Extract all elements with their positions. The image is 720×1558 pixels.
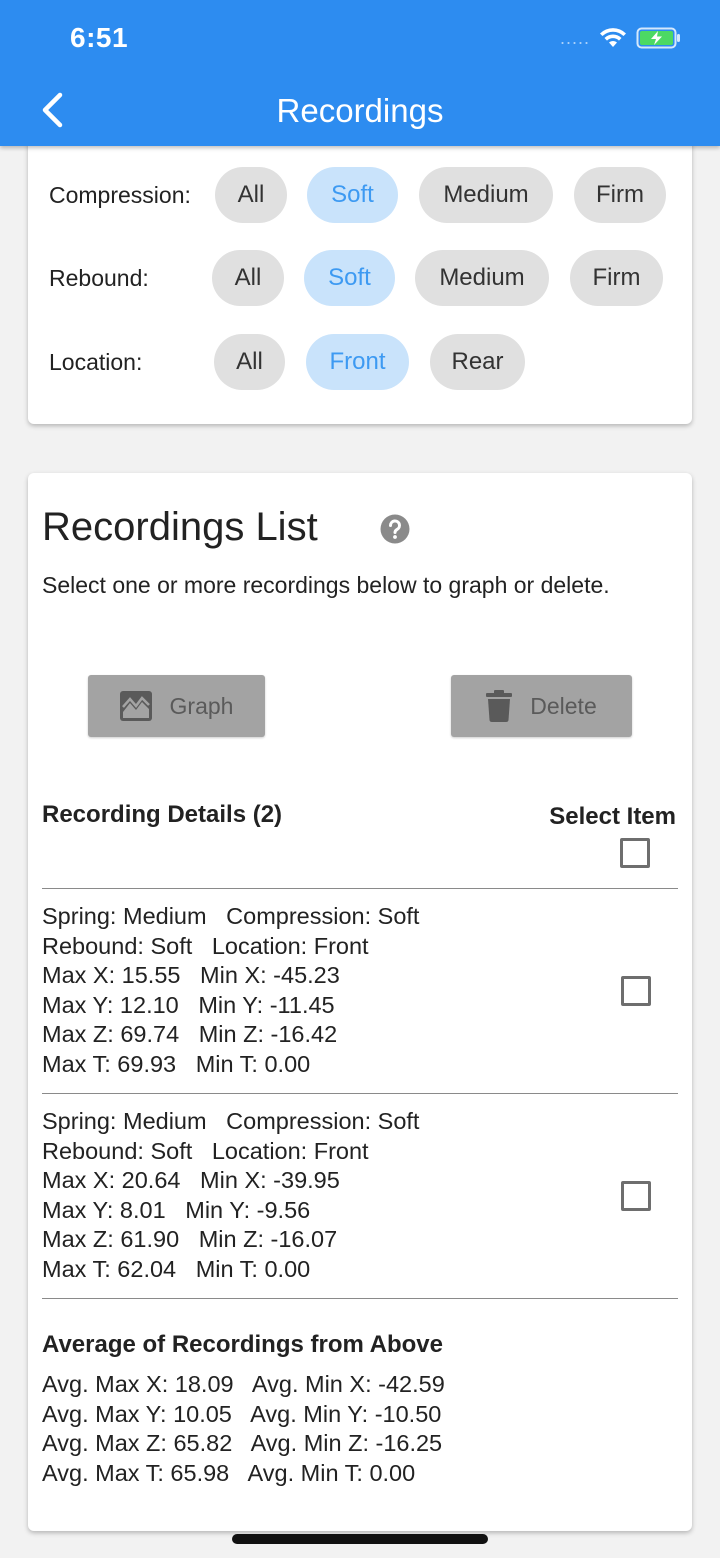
- location-chip-rear[interactable]: Rear: [430, 334, 525, 390]
- status-icons: .....: [560, 26, 682, 49]
- average-y-values: Avg. Max Y: 10.05 Avg. Min Y: -10.50: [42, 1400, 442, 1427]
- recordings-list-card: Recordings List Select one or more recor…: [28, 473, 692, 1531]
- recording-t-values: Max T: 62.04 Min T: 0.00: [42, 1255, 311, 1282]
- graph-button-label: Graph: [169, 692, 234, 719]
- recording-rebound-location: Rebound: Soft Location: Front: [42, 932, 369, 959]
- recording-t-values: Max T: 69.93 Min T: 0.00: [42, 1050, 311, 1077]
- wifi-icon: [598, 27, 628, 49]
- recording-z-values: Max Z: 69.74 Min Z: -16.42: [42, 1021, 338, 1048]
- compression-chip-all[interactable]: All: [215, 167, 287, 223]
- list-item: Spring: Medium Compression: Soft Rebound…: [42, 1107, 642, 1285]
- help-icon[interactable]: [380, 514, 410, 549]
- location-chip-all[interactable]: All: [214, 334, 285, 390]
- list-item: Spring: Medium Compression: Soft Rebound…: [42, 902, 642, 1080]
- location-chip-front[interactable]: Front: [306, 334, 409, 390]
- rebound-filter: Rebound:: [49, 250, 149, 306]
- recording-checkbox[interactable]: [621, 976, 651, 1006]
- select-item-header: Select Item: [549, 803, 676, 830]
- divider: [42, 1298, 678, 1299]
- average-x-values: Avg. Max X: 18.09 Avg. Min X: -42.59: [42, 1371, 445, 1397]
- location-filter: Location:: [49, 334, 142, 390]
- average-t-values: Avg. Max T: 65.98 Avg. Min T: 0.00: [42, 1459, 416, 1486]
- recording-rebound-location: Rebound: Soft Location: Front: [42, 1137, 369, 1164]
- compression-chip-medium[interactable]: Medium: [419, 167, 553, 223]
- battery-charging-icon: [636, 27, 682, 49]
- compression-filter: Compression:: [49, 167, 191, 223]
- recording-details-header: Recording Details (2): [42, 801, 283, 828]
- divider: [42, 888, 678, 889]
- location-label: Location:: [49, 348, 143, 375]
- average-values: Avg. Max X: 18.09 Avg. Min X: -42.59 Avg…: [42, 1370, 445, 1488]
- filter-card: Compression: All Soft Medium Firm Reboun…: [28, 120, 692, 424]
- select-all-checkbox[interactable]: [620, 838, 650, 868]
- chart-icon: [119, 691, 152, 721]
- average-title: Average of Recordings from Above: [42, 1331, 443, 1358]
- compression-chip-firm[interactable]: Firm: [574, 167, 666, 223]
- rebound-chip-firm[interactable]: Firm: [570, 250, 663, 306]
- signal-icon: .....: [559, 28, 590, 48]
- delete-button[interactable]: Delete: [451, 675, 632, 737]
- average-z-values: Avg. Max Z: 65.82 Avg. Min Z: -16.25: [42, 1430, 443, 1457]
- rebound-label: Rebound:: [49, 264, 149, 291]
- rebound-chip-soft[interactable]: Soft: [304, 250, 395, 306]
- compression-chip-soft[interactable]: Soft: [307, 167, 398, 223]
- status-time: 6:51: [70, 22, 129, 53]
- recording-y-values: Max Y: 12.10 Min Y: -11.45: [42, 991, 335, 1018]
- recording-y-values: Max Y: 8.01 Min Y: -9.56: [42, 1196, 311, 1223]
- recording-z-values: Max Z: 61.90 Min Z: -16.07: [42, 1226, 338, 1253]
- recording-x-values: Max X: 15.55 Min X: -45.23: [42, 962, 340, 989]
- home-indicator[interactable]: [232, 1534, 488, 1544]
- list-description: Select one or more recordings below to g…: [42, 572, 610, 598]
- list-title: Recordings List: [42, 505, 318, 549]
- page-title: Recordings: [276, 92, 444, 129]
- graph-button[interactable]: Graph: [88, 675, 265, 737]
- recording-x-values: Max X: 20.64 Min X: -39.95: [42, 1167, 340, 1194]
- trash-icon: [486, 690, 513, 722]
- app-bar: 6:51 ..... Recordings: [0, 0, 720, 146]
- compression-label: Compression:: [49, 181, 191, 208]
- delete-button-label: Delete: [530, 692, 597, 719]
- rebound-chip-medium[interactable]: Medium: [415, 250, 549, 306]
- divider: [42, 1093, 678, 1094]
- recording-spring-compression: Spring: Medium Compression: Soft: [42, 1108, 420, 1134]
- rebound-chip-all[interactable]: All: [212, 250, 284, 306]
- recording-checkbox[interactable]: [621, 1181, 651, 1211]
- recording-spring-compression: Spring: Medium Compression: Soft: [42, 903, 420, 929]
